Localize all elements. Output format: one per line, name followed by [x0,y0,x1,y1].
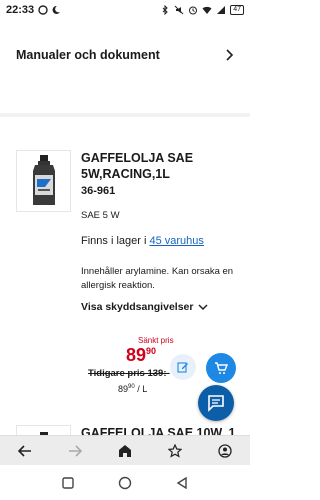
chat-icon [208,395,224,412]
star-icon [168,443,182,458]
bookmark-button[interactable] [160,438,190,464]
unit-price-suffix: / L [134,384,148,394]
price-cents: 90 [146,346,157,356]
manuals-documents-row[interactable]: Manualer och dokument [0,36,250,74]
wifi-icon [202,6,212,14]
alarm-icon [189,6,198,15]
price-main: 89 [126,345,147,365]
manuals-documents-label: Manualer och dokument [16,48,160,62]
night-mode-icon [52,5,61,14]
system-navigation-bar [0,465,250,500]
account-button[interactable] [210,438,240,464]
sale-price-label: Sänkt pris [138,336,174,345]
add-note-button[interactable] [170,354,196,380]
edit-note-icon [177,362,188,373]
unit-price-cents: 90 [128,384,135,390]
battery-indicator: 47 [230,5,244,15]
product-image[interactable] [16,150,71,212]
recents-icon [62,476,75,489]
stock-info: Finns i lager i 45 varuhus [81,235,204,247]
next-product-image[interactable] [16,425,71,435]
unit-price-main: 89 [118,384,129,394]
chat-button[interactable] [198,385,234,421]
stock-stores-link[interactable]: 45 varuhus [149,235,203,247]
status-time: 22:33 [6,4,35,16]
cart-icon [215,362,228,374]
arrow-left-icon [18,444,31,457]
bluetooth-icon [162,5,168,15]
section-divider [0,113,250,117]
home-button[interactable] [110,438,140,464]
article-number: 36-961 [81,185,116,197]
allergy-warning: Innehåller arylamine. Kan orsaka en alle… [81,266,234,291]
oil-bottle-icon [32,155,55,205]
safety-statements-label: Visa skyddsangivelser [81,301,194,313]
home-nav-button[interactable] [112,470,138,496]
back-button[interactable] [10,438,40,464]
unit-price: 8990 / L [118,384,147,394]
account-icon [218,443,232,458]
current-price: 8990 [126,345,156,366]
data-saver-icon [38,5,48,15]
arrow-right-icon [69,444,82,457]
product-title: GAFFELOLJA SAE 5W,RACING,1L [81,151,194,181]
add-to-cart-button[interactable] [206,353,236,383]
mute-icon [174,5,184,15]
browser-toolbar [0,435,250,465]
back-triangle-icon [176,476,187,489]
stock-prefix: Finns i lager i [81,235,147,247]
recents-button[interactable] [55,470,81,496]
product-spec: SAE 5 W [81,210,120,221]
next-product-title: GAFFELOLJA SAE 10W, 1 L [81,426,236,435]
signal-icon [217,6,226,14]
status-bar: 22:33 47 [0,0,250,20]
previous-price: Tidigare pris 139:- [88,368,170,379]
back-nav-button[interactable] [169,470,195,496]
home-circle-icon [118,476,132,489]
home-icon [119,444,131,457]
chevron-right-icon [226,49,234,61]
forward-button[interactable] [60,438,90,464]
safety-statements-toggle[interactable]: Visa skyddsangivelser [81,301,208,313]
chevron-down-icon [198,304,208,311]
